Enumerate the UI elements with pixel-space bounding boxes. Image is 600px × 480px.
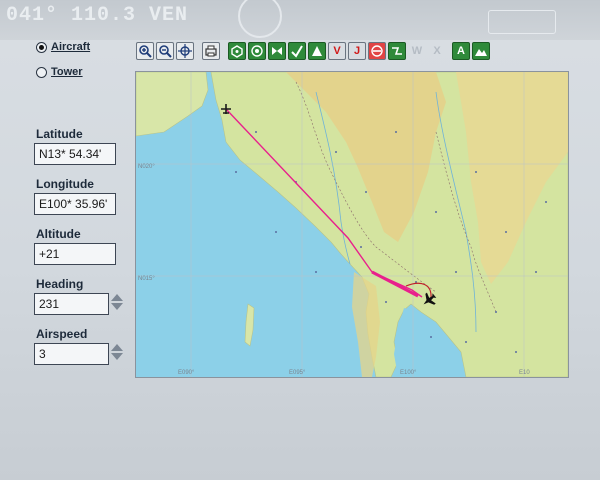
gauge-decoration [238,0,282,38]
airspeed-field[interactable]: 3 [34,343,109,365]
zoom-in-icon[interactable] [136,42,154,60]
print-icon[interactable] [202,42,220,60]
stepper-down-icon[interactable] [111,303,123,310]
grid-label-n015: N015° [138,276,155,282]
longitude-label: Longitude [36,177,94,191]
stepper-up-icon[interactable] [111,344,123,351]
latitude-label: Latitude [36,127,83,141]
label-icon[interactable]: A [452,42,470,60]
v-icon[interactable]: V [328,42,346,60]
tower-radio-label: Tower [51,66,83,78]
grid-label-e105: E10 [519,370,530,376]
check-icon[interactable] [288,42,306,60]
grid-label-e090: E090° [178,370,195,376]
panel-decoration [488,10,556,34]
map-toolbar: V J W X A [136,42,490,62]
heading-field[interactable]: 231 [34,293,109,315]
vor-icon[interactable] [228,42,246,60]
heading-stepper[interactable] [110,294,124,314]
tower-radio[interactable]: Tower [36,66,83,78]
grid-label-n020: N020° [138,164,155,170]
altitude-field[interactable]: +21 [34,243,116,265]
j-icon[interactable]: J [348,42,366,60]
terrain-icon[interactable] [472,42,490,60]
radio-selected-icon [36,41,47,53]
route-icon[interactable] [388,42,406,60]
navigation-map[interactable]: N020° N015° E090° E095° E100° E10 [135,71,569,378]
aircraft-radio-label: Aircraft [51,41,91,53]
zoom-out-icon[interactable] [156,42,174,60]
airspeed-label: Airspeed [36,327,88,341]
airport-icon[interactable] [368,42,386,60]
ils-icon[interactable] [268,42,286,60]
x-icon[interactable]: X [428,42,446,60]
stepper-down-icon[interactable] [111,353,123,360]
aircraft-radio[interactable]: Aircraft [36,41,90,53]
latitude-field[interactable]: N13* 54.34' [34,143,116,165]
intersection-icon[interactable] [308,42,326,60]
header-ghost-text: 041° 110.3 VEN [6,4,189,27]
grid-label-e100: E100° [400,370,417,376]
longitude-field[interactable]: E100* 35.96' [34,193,116,215]
radio-unselected-icon [36,66,47,78]
w-icon[interactable]: W [408,42,426,60]
ndb-icon[interactable] [248,42,266,60]
center-icon[interactable] [176,42,194,60]
stepper-up-icon[interactable] [111,294,123,301]
heading-label: Heading [36,277,84,291]
grid-label-e095: E095° [289,370,306,376]
airspeed-stepper[interactable] [110,344,124,364]
top-band: 041° 110.3 VEN [0,0,600,40]
altitude-label: Altitude [36,227,81,241]
map-canvas: N020° N015° E090° E095° E100° E10 [136,72,568,377]
